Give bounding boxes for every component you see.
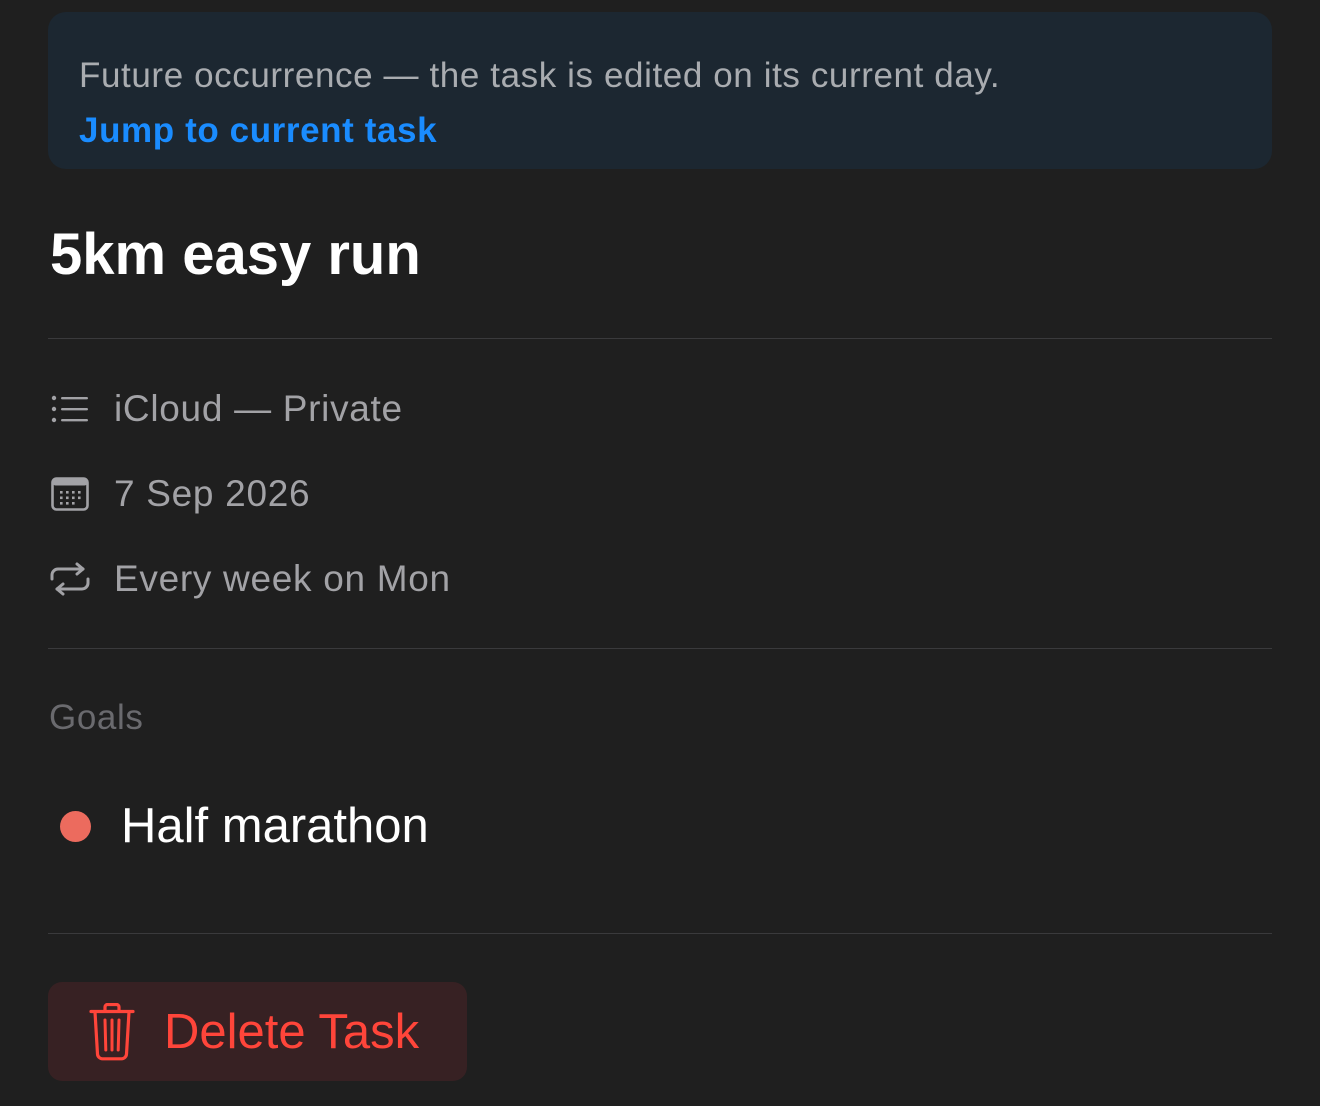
jump-to-current-task-link[interactable]: Jump to current task [79, 111, 437, 151]
goals-section-label: Goals [49, 698, 144, 737]
repeat-row[interactable]: Every week on Mon [48, 553, 451, 605]
list-icon [48, 387, 92, 431]
calendar-icon [48, 472, 92, 516]
divider [48, 933, 1272, 934]
list-row[interactable]: iCloud — Private [48, 383, 403, 435]
delete-task-label: Delete Task [164, 1004, 420, 1059]
date-label: 7 Sep 2026 [114, 473, 311, 514]
date-row[interactable]: 7 Sep 2026 [48, 468, 310, 520]
repeat-icon [48, 557, 92, 601]
repeat-label: Every week on Mon [114, 558, 451, 599]
delete-task-button[interactable]: Delete Task [48, 982, 467, 1081]
trash-icon [86, 1002, 138, 1062]
banner-message: Future occurrence — the task is edited o… [79, 56, 1001, 95]
task-detail-page: Future occurrence — the task is edited o… [0, 0, 1320, 1106]
goal-item-half-marathon[interactable]: Half marathon [48, 790, 429, 862]
list-label: iCloud — Private [114, 388, 403, 429]
task-title: 5km easy run [50, 222, 421, 287]
future-occurrence-banner: Future occurrence — the task is edited o… [48, 12, 1272, 169]
divider [48, 648, 1272, 649]
goal-label: Half marathon [121, 799, 429, 853]
goal-color-dot [60, 810, 91, 842]
divider [48, 338, 1272, 339]
